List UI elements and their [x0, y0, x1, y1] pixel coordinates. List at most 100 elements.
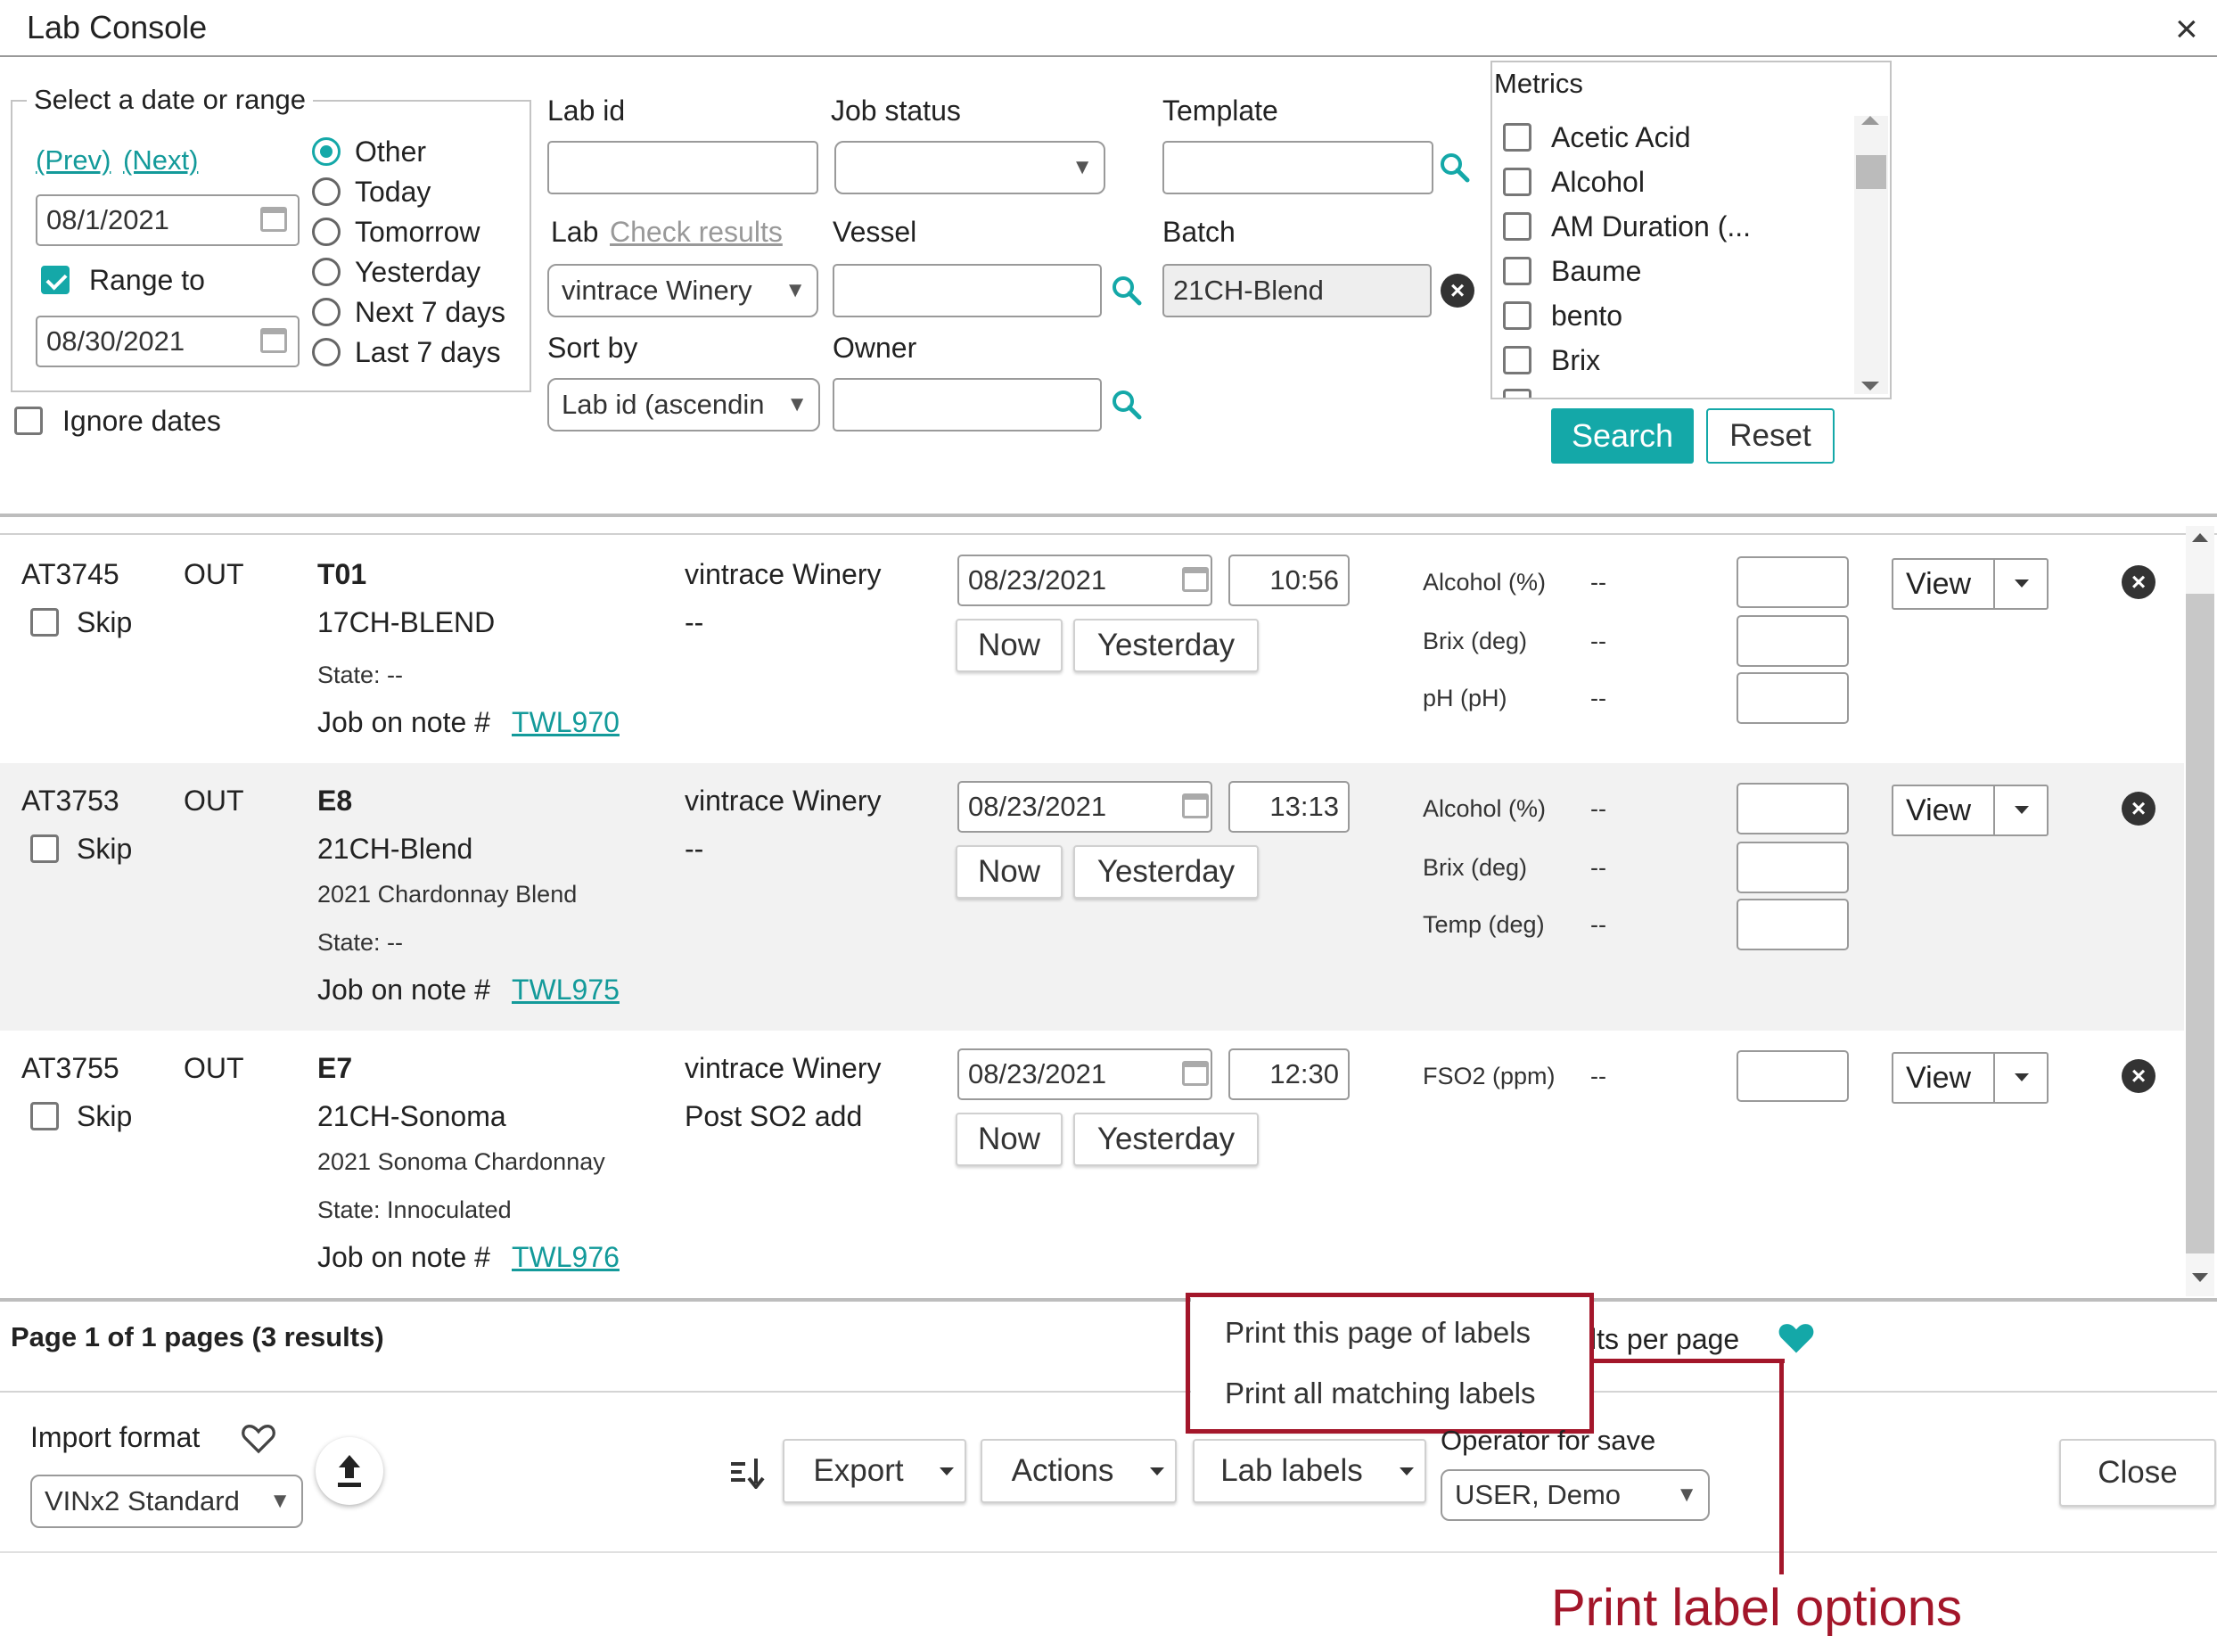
view-split-button[interactable]: View — [1892, 785, 2049, 836]
metric-result-input[interactable] — [1737, 1050, 1849, 1102]
clear-batch-icon[interactable]: × — [1441, 274, 1474, 308]
close-icon[interactable]: × — [2175, 7, 2198, 52]
scroll-up-icon[interactable] — [2192, 533, 2208, 542]
calendar-icon[interactable] — [260, 328, 287, 353]
lab-id-input[interactable] — [547, 141, 818, 194]
chevron-down-icon[interactable] — [2015, 1073, 2029, 1081]
metric-checkbox[interactable] — [1503, 346, 1531, 374]
close-button[interactable]: Close — [2059, 1439, 2216, 1507]
radio-yesterday[interactable] — [312, 258, 341, 286]
metric-checkbox[interactable] — [1503, 389, 1531, 398]
view-button[interactable]: View — [1906, 793, 1971, 828]
metric-checkbox[interactable] — [1503, 257, 1531, 285]
search-button[interactable]: Search — [1551, 408, 1694, 464]
calendar-icon[interactable] — [1182, 793, 1209, 818]
metric-result-input[interactable] — [1737, 783, 1849, 834]
heart-outline-icon[interactable] — [241, 1421, 276, 1455]
lab-id: AT3755 — [21, 1052, 119, 1084]
title-divider — [0, 55, 2217, 57]
now-button[interactable]: Now — [956, 1113, 1063, 1166]
heart-icon[interactable] — [1778, 1319, 1815, 1355]
search-icon[interactable] — [1111, 275, 1143, 307]
row-date-input[interactable]: 08/23/2021 — [957, 555, 1212, 606]
check-results-link[interactable]: Check results — [610, 216, 783, 249]
owner-input[interactable] — [833, 378, 1102, 431]
scroll-up-icon[interactable] — [1861, 116, 1879, 125]
remove-row-icon[interactable]: × — [2122, 1059, 2155, 1093]
vessel-name: E8 — [317, 785, 353, 817]
view-button[interactable]: View — [1906, 567, 1971, 602]
remove-row-icon[interactable]: × — [2122, 792, 2155, 826]
metric-name: Alcohol (%) — [1423, 795, 1547, 822]
radio-today[interactable] — [312, 177, 341, 206]
metric-result-input[interactable] — [1737, 615, 1849, 667]
row-date-input[interactable]: 08/23/2021 — [957, 781, 1212, 833]
sort-download-icon[interactable] — [729, 1457, 767, 1489]
radio-other[interactable] — [312, 137, 341, 166]
metric-checkbox[interactable] — [1503, 212, 1531, 241]
search-icon[interactable] — [1111, 389, 1143, 421]
yesterday-button[interactable]: Yesterday — [1073, 845, 1259, 899]
now-button[interactable]: Now — [956, 619, 1063, 672]
skip-checkbox[interactable] — [30, 1102, 59, 1130]
actions-button[interactable]: Actions — [981, 1439, 1177, 1503]
skip-checkbox[interactable] — [30, 834, 59, 863]
job-note-link[interactable]: TWL976 — [512, 1241, 620, 1274]
scroll-down-icon[interactable] — [2192, 1273, 2208, 1282]
job-note-link[interactable]: TWL975 — [512, 974, 620, 1007]
prev-link[interactable]: (Prev) — [36, 144, 111, 177]
metric-result-input[interactable] — [1737, 672, 1849, 724]
job-status-select[interactable]: ▼ — [834, 141, 1105, 194]
view-split-button[interactable]: View — [1892, 1052, 2049, 1104]
skip-checkbox[interactable] — [30, 608, 59, 637]
bottom-divider — [0, 1551, 2217, 1553]
view-button[interactable]: View — [1906, 1061, 1971, 1096]
metric-checkbox[interactable] — [1503, 168, 1531, 196]
job-note-link[interactable]: TWL970 — [512, 706, 620, 739]
yesterday-button[interactable]: Yesterday — [1073, 619, 1259, 672]
import-format-label: Import format — [30, 1421, 201, 1453]
view-split-button[interactable]: View — [1892, 558, 2049, 610]
metric-result-input[interactable] — [1737, 556, 1849, 608]
results-scrollbar[interactable] — [2186, 526, 2214, 1296]
metric-result-input[interactable] — [1737, 842, 1849, 893]
metric-checkbox[interactable] — [1503, 301, 1531, 330]
upload-button[interactable] — [316, 1437, 383, 1505]
import-format-select[interactable]: VINx2 Standard ▼ — [30, 1475, 303, 1528]
chevron-down-icon[interactable] — [2015, 806, 2029, 814]
scroll-down-icon[interactable] — [1861, 382, 1879, 390]
radio-tomorrow[interactable] — [312, 218, 341, 246]
radio-last-7-days[interactable] — [312, 338, 341, 366]
metrics-scrollbar[interactable] — [1854, 116, 1888, 394]
row-date-input[interactable]: 08/23/2021 — [957, 1048, 1212, 1100]
calendar-icon[interactable] — [260, 207, 287, 232]
sort-by-select[interactable]: Lab id (ascendin ▼ — [547, 378, 820, 431]
range-to-checkbox[interactable] — [41, 266, 70, 294]
ignore-dates-checkbox[interactable] — [14, 407, 43, 435]
row-time-input[interactable]: 13:13 — [1228, 781, 1350, 833]
now-button[interactable]: Now — [956, 845, 1063, 899]
reset-button[interactable]: Reset — [1706, 408, 1835, 464]
row-time-input[interactable]: 12:30 — [1228, 1048, 1350, 1100]
yesterday-button[interactable]: Yesterday — [1073, 1113, 1259, 1166]
operator-select[interactable]: USER, Demo ▼ — [1441, 1469, 1710, 1521]
lab-labels-button[interactable]: Lab labels — [1193, 1439, 1426, 1503]
chevron-down-icon[interactable] — [2015, 579, 2029, 588]
scrollbar-thumb[interactable] — [2186, 594, 2214, 1253]
date-legend: Select a date or range — [27, 84, 314, 116]
vessel-input[interactable] — [833, 264, 1102, 317]
metric-checkbox[interactable] — [1503, 123, 1531, 152]
next-link[interactable]: (Next) — [123, 144, 198, 177]
batch-input[interactable]: 21CH-Blend — [1162, 264, 1432, 317]
search-icon[interactable] — [1439, 152, 1471, 184]
template-input[interactable] — [1162, 141, 1433, 194]
row-time-input[interactable]: 10:56 — [1228, 555, 1350, 606]
radio-next-7-days[interactable] — [312, 298, 341, 326]
remove-row-icon[interactable]: × — [2122, 565, 2155, 599]
scrollbar-thumb[interactable] — [1856, 155, 1886, 189]
calendar-icon[interactable] — [1182, 1061, 1209, 1086]
metrics-listbox[interactable]: Metrics Acetic Acid Alcohol AM Duration … — [1490, 61, 1892, 399]
lab-select[interactable]: vintrace Winery ▼ — [547, 264, 818, 317]
calendar-icon[interactable] — [1182, 567, 1209, 592]
metric-result-input[interactable] — [1737, 899, 1849, 950]
